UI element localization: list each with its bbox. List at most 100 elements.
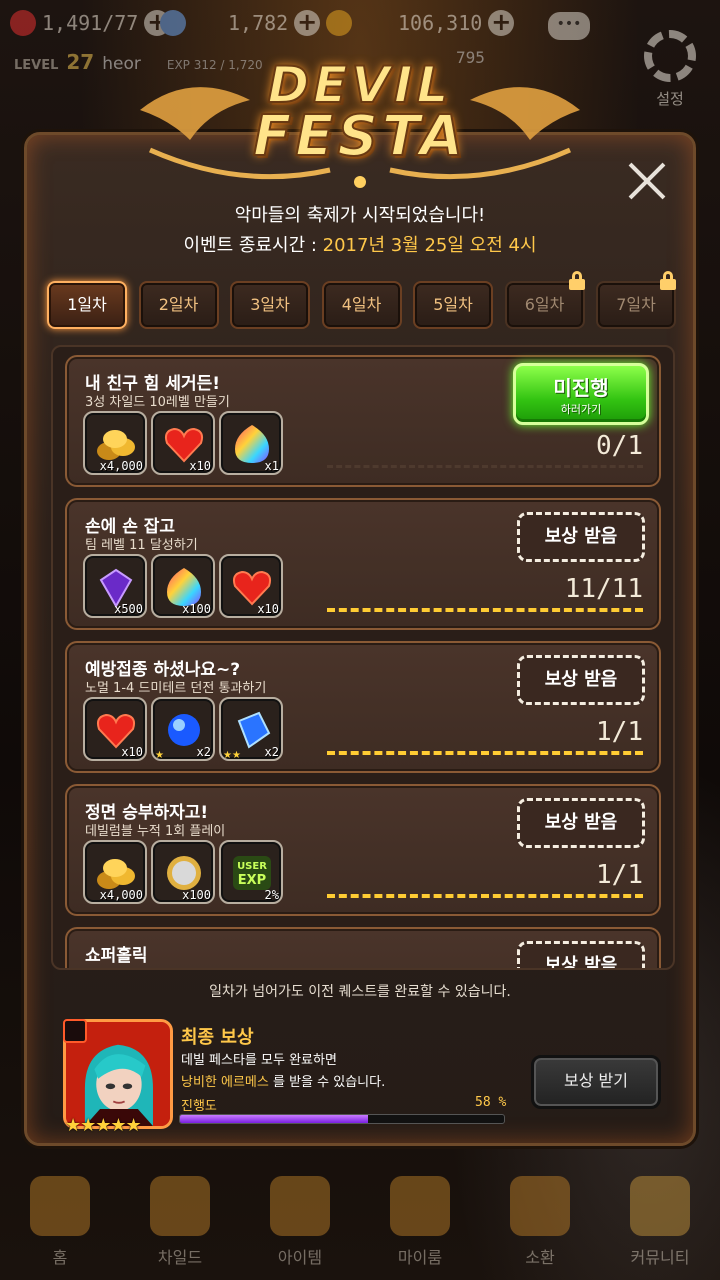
- add-gold-button[interactable]: +: [488, 10, 515, 36]
- nav-label: 홈: [52, 1248, 68, 1267]
- chat-icon[interactable]: •••: [548, 12, 590, 40]
- final-reward-desc-2: 낭비한 에르메스 를 받을 수 있습니다.: [181, 1071, 385, 1090]
- devil-festa-modal: 악마들의 축제가 시작되었습니다! 이벤트 종료시간 : 2017년 3월 25…: [24, 132, 696, 1146]
- reward-item[interactable]: USER EXP 2%: [219, 840, 283, 904]
- tab-label: 2일차: [158, 295, 199, 314]
- logo-line-2: FESTA: [252, 103, 468, 170]
- tab-label: 6일차: [524, 295, 565, 314]
- tab-day-2[interactable]: 2일차: [138, 281, 219, 329]
- sword-shield-icon: [270, 1176, 330, 1236]
- tab-day-4[interactable]: 4일차: [321, 281, 402, 329]
- quest-progress-text: 0/1: [596, 431, 643, 461]
- reward-count: x100: [182, 602, 211, 616]
- quest-progress-text: 1/1: [596, 860, 643, 890]
- reward-count: x2: [196, 745, 211, 759]
- progress-bar-fill: [180, 1115, 368, 1123]
- reward-item[interactable]: x10: [151, 411, 215, 475]
- quest-description: 3성 차일드 10레벨 만들기: [85, 395, 230, 410]
- rarity-stars: ★★★★★: [65, 1115, 142, 1136]
- reward-stars: ★★: [223, 750, 241, 761]
- quest-description: 노멀 1-4 드미테르 던전 통과하기: [85, 681, 267, 696]
- svg-text:EXP: EXP: [238, 873, 266, 888]
- claimed-reward-button[interactable]: 보상 받음: [517, 798, 645, 848]
- footer-note: 일차가 넘어가도 이전 퀘스트를 완료할 수 있습니다.: [209, 984, 511, 1000]
- gold-stat: 106,310 +: [326, 10, 515, 36]
- event-end-time: 이벤트 종료시간 : 2017년 3월 25일 오전 4시: [27, 231, 693, 257]
- level-value: 27: [66, 50, 95, 74]
- tab-day-6[interactable]: 6일차: [504, 271, 585, 329]
- reward-count: 2%: [264, 888, 279, 902]
- gems-value: 1,782: [228, 11, 289, 35]
- lock-icon: [660, 271, 676, 290]
- settings-label: 설정: [656, 90, 684, 108]
- reward-stars: ★: [155, 750, 164, 761]
- fire-element-icon: [63, 1019, 87, 1043]
- progress-bar: [179, 1114, 505, 1124]
- lock-icon: [568, 271, 585, 290]
- progress-label: 진행도: [181, 1099, 217, 1114]
- nav-label: 커뮤니티: [630, 1248, 690, 1267]
- tab-label: 5일차: [433, 295, 473, 314]
- reward-item[interactable]: x500: [83, 554, 147, 618]
- nav-item-4[interactable]: 마이룸: [360, 1176, 480, 1268]
- reward-count: x2: [264, 745, 279, 759]
- quest-progress-bar: [327, 751, 643, 755]
- reward-list: x4,000 x10 x1: [83, 411, 283, 475]
- reward-item[interactable]: x2 ★★: [219, 697, 283, 761]
- quest-progress-bar: [327, 465, 643, 468]
- quest-card: 내 친구 힘 세거든! 3성 차일드 10레벨 만들기 x4,000 x10 x1 0/1…: [65, 355, 661, 487]
- close-button[interactable]: [625, 159, 669, 203]
- nav-item-5[interactable]: 소환: [480, 1176, 600, 1268]
- reward-item[interactable]: x100: [151, 840, 215, 904]
- nav-item-2[interactable]: 차일드: [120, 1176, 240, 1268]
- community-shield-icon: [630, 1176, 690, 1236]
- quest-title: 쇼퍼홀릭: [85, 946, 148, 966]
- svg-text:USER: USER: [237, 861, 267, 872]
- quest-card: 예방접종 하셨나요~? 노멀 1-4 드미테르 던전 통과하기 x10 x2 ★ x2 ★★…: [65, 641, 661, 773]
- stamina-value: 1,491/77: [42, 11, 139, 35]
- tab-label: 1일차: [67, 295, 107, 314]
- nav-item-3[interactable]: 아이템: [240, 1176, 360, 1268]
- reward-item[interactable]: x2 ★: [151, 697, 215, 761]
- reward-item[interactable]: x10: [219, 554, 283, 618]
- reward-item[interactable]: x1: [219, 411, 283, 475]
- summon-card-icon: [510, 1176, 570, 1236]
- add-gems-button[interactable]: +: [294, 10, 321, 36]
- crown-icon: [390, 1176, 450, 1236]
- quest-description: 팀 레벨 11 달성하기: [85, 538, 198, 553]
- button-label: 미진행: [553, 376, 609, 400]
- tab-day-7[interactable]: 7일차: [596, 271, 676, 329]
- flame-eye-icon: [150, 1176, 210, 1236]
- reward-item[interactable]: x4,000: [83, 411, 147, 475]
- tab-day-5[interactable]: 5일차: [413, 281, 493, 329]
- reward-count: x1: [264, 459, 279, 473]
- quest-card: 정면 승부하자고! 데빌럼블 누적 1회 플레이 x4,000 x100 USER EXP…: [65, 784, 661, 916]
- event-time-label: 이벤트 종료시간 :: [183, 235, 323, 256]
- final-reward-desc-rest: 를 받을 수 있습니다.: [268, 1075, 386, 1090]
- settings-button[interactable]: 설정: [644, 30, 696, 109]
- nav-item-6[interactable]: 커뮤니티: [600, 1176, 720, 1268]
- claimed-reward-button[interactable]: 보상 받음: [517, 655, 645, 705]
- tab-day-1[interactable]: 1일차: [47, 281, 127, 329]
- tab-label: 3일차: [250, 295, 290, 314]
- tab-label: 7일차: [616, 295, 656, 314]
- final-reward-title: 최종 보상: [181, 1027, 254, 1048]
- claim-final-reward-button[interactable]: 보상 받기: [531, 1055, 661, 1109]
- level-label: LEVEL: [14, 58, 59, 73]
- stamina-stat: 1,491/77 +: [10, 10, 171, 36]
- reward-item[interactable]: x4,000: [83, 840, 147, 904]
- reward-list: x10 x2 ★ x2 ★★: [83, 697, 283, 761]
- quest-card: 쇼퍼홀릭 보상 받음: [65, 927, 661, 968]
- button-sublabel: 하러가기: [560, 403, 602, 416]
- gems-stat: 1,782 +: [160, 10, 321, 36]
- go-to-quest-button[interactable]: 미진행하러가기: [513, 363, 649, 425]
- reward-count: x10: [189, 459, 211, 473]
- claimed-reward-button[interactable]: 보상 받음: [517, 941, 645, 968]
- gem-icon: [160, 10, 186, 36]
- nav-item-1[interactable]: 홈: [0, 1176, 120, 1268]
- quest-list[interactable]: 내 친구 힘 세거든! 3성 차일드 10레벨 만들기 x4,000 x10 x1 0/1…: [51, 345, 675, 970]
- reward-item[interactable]: x10: [83, 697, 147, 761]
- claimed-reward-button[interactable]: 보상 받음: [517, 512, 645, 562]
- tab-day-3[interactable]: 3일차: [230, 281, 310, 329]
- reward-item[interactable]: x100: [151, 554, 215, 618]
